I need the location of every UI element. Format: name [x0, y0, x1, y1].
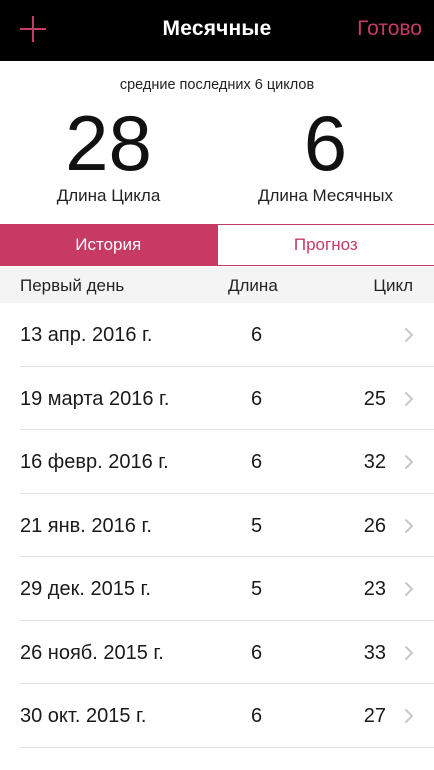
row-first-day: 21 янв. 2016 г. — [20, 514, 152, 537]
averages-caption: средние последних 6 циклов — [119, 77, 315, 93]
segmented-control: История Прогноз — [0, 224, 434, 266]
row-cycle: 27 — [363, 705, 386, 727]
chevron-right-icon — [404, 708, 414, 724]
done-button[interactable]: Готово — [357, 17, 422, 41]
column-header-first-day: Первый день — [20, 276, 125, 295]
table-row[interactable]: 19 марта 2016 г. 6 25 — [0, 367, 434, 431]
tab-forecast[interactable]: Прогноз — [216, 225, 434, 265]
chevron-right-icon — [404, 391, 414, 406]
column-header-cycle: Цикл — [373, 276, 413, 295]
period-length-value: 6 — [303, 99, 348, 187]
tab-history[interactable]: История — [0, 225, 217, 265]
table-row[interactable]: 26 нояб. 2015 г. 6 33 — [0, 621, 434, 685]
row-first-day: 26 нояб. 2015 г. — [20, 641, 164, 664]
period-length-stat: 6 Длина Месячных — [217, 100, 434, 206]
column-header-length: Длина — [228, 276, 278, 295]
row-length: 6 — [251, 705, 263, 727]
row-length: 6 — [251, 324, 263, 346]
row-first-day: 29 дек. 2015 г. — [20, 578, 151, 600]
row-length: 6 — [251, 451, 263, 473]
row-first-day: 19 марта 2016 г. — [20, 387, 170, 410]
table-row[interactable]: 29 дек. 2015 г. 5 23 — [0, 557, 434, 621]
table-row[interactable]: 21 янв. 2016 г. 5 26 — [0, 494, 434, 558]
row-length: 6 — [251, 641, 263, 664]
row-cycle: 32 — [363, 451, 386, 473]
row-first-day: 13 апр. 2016 г. — [20, 324, 153, 346]
chevron-right-icon — [404, 518, 414, 533]
row-cycle: 23 — [363, 578, 386, 600]
row-length: 5 — [251, 514, 263, 537]
cycle-length-stat: 28 Длина Цикла — [0, 100, 217, 206]
chevron-right-icon — [404, 327, 414, 343]
row-cycle: 26 — [363, 514, 386, 537]
history-list: 13 апр. 2016 г. 6 19 марта 2016 г. 6 25 16 фе… — [0, 303, 434, 748]
cycle-length-value: 28 — [65, 99, 152, 187]
row-length: 6 — [251, 387, 263, 410]
row-cycle: 25 — [363, 387, 386, 410]
chevron-right-icon — [404, 645, 414, 660]
table-row[interactable]: 30 окт. 2015 г. 6 27 — [0, 684, 434, 748]
row-length: 5 — [251, 578, 263, 600]
cycle-length-label: Длина Цикла — [56, 186, 161, 205]
table-row[interactable]: 16 февр. 2016 г. 6 32 — [0, 430, 434, 494]
chevron-right-icon — [404, 454, 414, 470]
table-header: Первый день Длина Цикл — [0, 267, 434, 303]
row-cycle: 33 — [363, 641, 386, 664]
row-first-day: 16 февр. 2016 г. — [20, 451, 169, 473]
navigation-bar: Месячные Готово — [0, 0, 434, 61]
table-row[interactable]: 13 апр. 2016 г. 6 — [0, 303, 434, 367]
chevron-right-icon — [404, 581, 414, 597]
row-first-day: 30 окт. 2015 г. — [20, 705, 147, 727]
period-length-label: Длина Месячных — [258, 186, 393, 205]
